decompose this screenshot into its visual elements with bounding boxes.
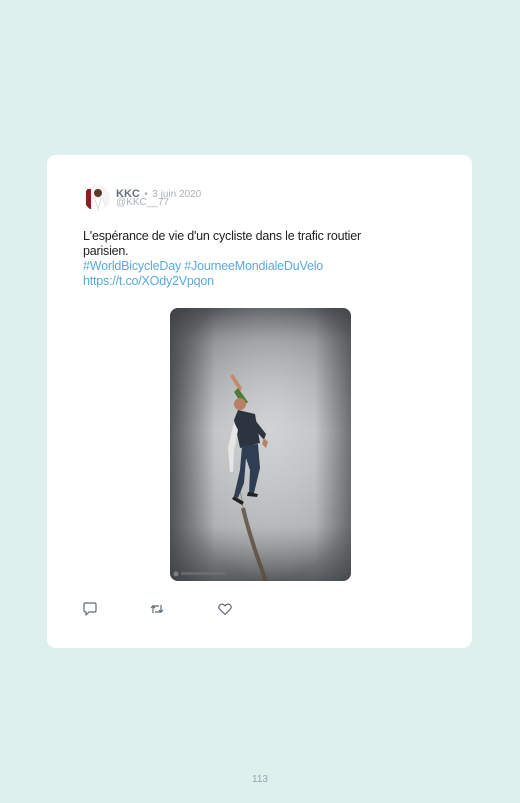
heart-icon[interactable] bbox=[217, 601, 233, 617]
page-number: 113 bbox=[252, 774, 268, 785]
author-handle[interactable]: @KKC__77 bbox=[116, 197, 169, 208]
tweet-photo[interactable] bbox=[170, 308, 351, 581]
reply-icon[interactable] bbox=[82, 601, 98, 617]
retweet-icon[interactable] bbox=[149, 601, 165, 617]
avatar[interactable] bbox=[84, 185, 110, 211]
tweet-card: KKC • 3 juin 2020 @KKC__77 L'espérance d… bbox=[47, 155, 472, 648]
hashtag-links[interactable]: #WorldBicycleDay #JourneeMondialeDuVelo bbox=[83, 259, 403, 274]
tweet-body: L'espérance de vie d'un cycliste dans le… bbox=[83, 229, 403, 289]
tweet-text: L'espérance de vie d'un cycliste dans le… bbox=[83, 229, 361, 258]
tweet-url-link[interactable]: https://t.co/XOdy2Vpqon bbox=[83, 274, 403, 289]
